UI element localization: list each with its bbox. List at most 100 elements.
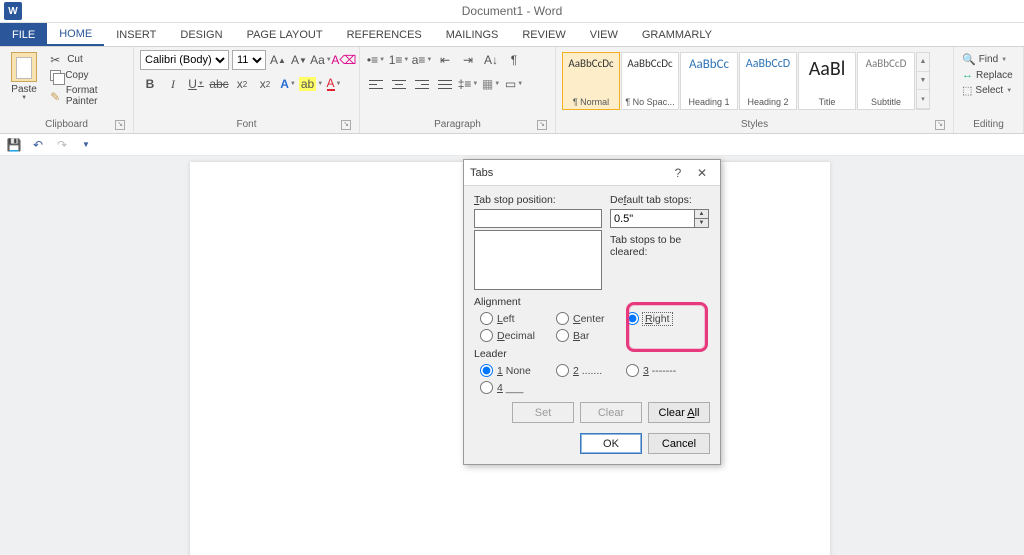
default-tab-stops-input[interactable]	[610, 209, 694, 228]
paragraph-launcher[interactable]: ↘	[537, 120, 547, 130]
decrease-indent-button[interactable]: ⇤	[435, 50, 455, 70]
leader-dashes[interactable]: 3 -------	[626, 364, 696, 377]
align-left-button[interactable]	[366, 74, 386, 94]
shrink-font-button[interactable]: A▼	[290, 50, 308, 70]
borders-button[interactable]: ▭▼	[504, 74, 524, 94]
alignment-bar[interactable]: Bar	[556, 329, 626, 342]
tab-insert[interactable]: INSERT	[104, 23, 168, 46]
clipboard-launcher[interactable]: ↘	[115, 120, 125, 130]
font-size-select[interactable]: 11	[232, 50, 266, 70]
alignment-center[interactable]: Center	[556, 312, 626, 325]
sort-button[interactable]: A↓	[481, 50, 501, 70]
copy-button[interactable]: Copy	[48, 69, 127, 82]
leader-dots[interactable]: 2 .......	[556, 364, 626, 377]
styles-scroll-btn[interactable]: ▼	[917, 72, 929, 91]
tab-stop-position-label: Tab stop position:	[474, 194, 602, 206]
line-spacing-button[interactable]: ‡≡▼	[458, 74, 478, 94]
show-marks-button[interactable]: ¶	[504, 50, 524, 70]
undo-button[interactable]: ↶	[30, 137, 46, 153]
set-button[interactable]: Set	[512, 402, 574, 423]
clear-button[interactable]: Clear	[580, 402, 642, 423]
superscript-button[interactable]: x2	[255, 74, 275, 94]
style-heading-1[interactable]: AaBbCcHeading 1	[680, 52, 738, 110]
word-icon: W	[4, 2, 22, 20]
alignment-decimal[interactable]: Decimal	[480, 329, 556, 342]
bold-button[interactable]: B	[140, 74, 160, 94]
bullets-button[interactable]: •≡▼	[366, 50, 386, 70]
grow-font-button[interactable]: A▲	[269, 50, 287, 70]
cut-button[interactable]: ✂Cut	[48, 52, 127, 67]
tab-file[interactable]: FILE	[0, 23, 47, 46]
chevron-down-icon[interactable]: ▼	[21, 95, 27, 101]
align-right-button[interactable]	[412, 74, 432, 94]
redo-button[interactable]: ↷	[54, 137, 70, 153]
tab-view[interactable]: VIEW	[578, 23, 630, 46]
title-bar: W Document1 - Word	[0, 0, 1024, 23]
shading-button[interactable]: ▦▼	[481, 74, 501, 94]
spinner-down[interactable]: ▼	[694, 218, 709, 228]
multilevel-button[interactable]: a≡▼	[412, 50, 432, 70]
style-sample: AaBbCcD	[746, 57, 790, 71]
close-button[interactable]: ✕	[690, 163, 714, 183]
highlight-button[interactable]: ab▼	[301, 74, 321, 94]
style-title[interactable]: AaBlTitle	[798, 52, 856, 110]
alignment-left[interactable]: Left	[480, 312, 556, 325]
style-sample: AaBl	[809, 57, 846, 81]
font-launcher[interactable]: ↘	[341, 120, 351, 130]
italic-button[interactable]: I	[163, 74, 183, 94]
leader-underline[interactable]: 4 ___	[480, 381, 556, 394]
tab-review[interactable]: REVIEW	[510, 23, 577, 46]
find-button[interactable]: 🔍Find▼	[960, 52, 1017, 67]
font-color-button[interactable]: A▼	[324, 74, 344, 94]
paste-button[interactable]: Paste ▼	[6, 50, 42, 117]
tab-stop-list[interactable]	[474, 230, 602, 290]
styles-launcher[interactable]: ↘	[935, 120, 945, 130]
clear-all-button[interactable]: Clear All	[648, 402, 710, 423]
strikethrough-button[interactable]: abc	[209, 74, 229, 94]
tab-home[interactable]: HOME	[47, 23, 104, 46]
find-icon: 🔍	[962, 53, 976, 66]
style-name-label: Heading 1	[688, 97, 729, 107]
style-heading-2[interactable]: AaBbCcDHeading 2	[739, 52, 797, 110]
brush-icon: ✎	[50, 90, 62, 103]
style--normal[interactable]: AaBbCcDc¶ Normal	[562, 52, 620, 110]
cancel-button[interactable]: Cancel	[648, 433, 710, 454]
underline-button[interactable]: U▼	[186, 74, 206, 94]
increase-indent-button[interactable]: ⇥	[458, 50, 478, 70]
numbering-button[interactable]: 1≡▼	[389, 50, 409, 70]
styles-scroll-btn[interactable]: ▲	[917, 53, 929, 72]
tabs-dialog: Tabs ? ✕ Tab stop position: Default tab …	[463, 159, 721, 465]
align-center-button[interactable]	[389, 74, 409, 94]
ok-button[interactable]: OK	[580, 433, 642, 454]
default-tab-stops-spinner[interactable]: ▲▼	[610, 209, 710, 228]
tab-mailings[interactable]: MAILINGS	[434, 23, 511, 46]
qat-customize[interactable]: ▼	[78, 137, 94, 153]
tab-grammarly[interactable]: GRAMMARLY	[630, 23, 724, 46]
to-be-cleared-label: Tab stops to be cleared:	[610, 234, 710, 258]
styles-scroll[interactable]: ▲▼▾	[916, 52, 930, 110]
select-button[interactable]: ⬚Select▼	[960, 83, 1017, 98]
clear-formatting-button[interactable]: A⌫	[334, 50, 354, 70]
tab-page-layout[interactable]: PAGE LAYOUT	[235, 23, 335, 46]
styles-scroll-btn[interactable]: ▾	[917, 90, 929, 109]
change-case-button[interactable]: Aa▼	[311, 50, 331, 70]
dialog-titlebar[interactable]: Tabs ? ✕	[464, 160, 720, 186]
tab-references[interactable]: REFERENCES	[335, 23, 434, 46]
subscript-button[interactable]: x2	[232, 74, 252, 94]
tab-design[interactable]: DESIGN	[168, 23, 234, 46]
save-button[interactable]: 💾	[6, 137, 22, 153]
replace-button[interactable]: ↔Replace	[960, 68, 1017, 82]
spinner-up[interactable]: ▲	[694, 209, 709, 218]
help-button[interactable]: ?	[666, 163, 690, 183]
style--no-spac-[interactable]: AaBbCcDc¶ No Spac...	[621, 52, 679, 110]
leader-none[interactable]: 1 None	[480, 364, 556, 377]
tab-stop-position-input[interactable]	[474, 209, 602, 228]
format-painter-label: Format Painter	[66, 85, 125, 107]
text-effects-button[interactable]: A▼	[278, 74, 298, 94]
style-subtitle[interactable]: AaBbCcDSubtitle	[857, 52, 915, 110]
format-painter-button[interactable]: ✎ Format Painter	[48, 84, 127, 108]
font-name-select[interactable]: Calibri (Body)	[140, 50, 229, 70]
leader-group: 1 None 2 ....... 3 ------- 4 ___	[480, 364, 710, 394]
alignment-right[interactable]: Right	[626, 312, 696, 325]
justify-button[interactable]	[435, 74, 455, 94]
